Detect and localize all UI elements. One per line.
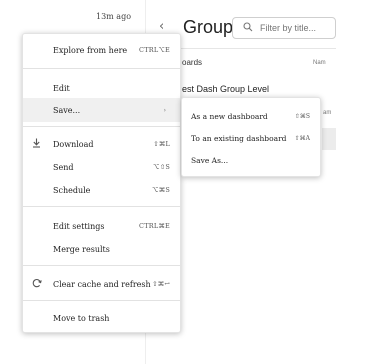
menu-item-label: Download: [53, 139, 94, 149]
submenu-item-save-as[interactable]: Save As...: [182, 149, 320, 171]
menu-item-label: Edit settings: [53, 221, 105, 231]
menu-divider: [23, 300, 180, 301]
menu-item-merge-results[interactable]: Merge results: [23, 237, 180, 261]
menu-item-label: Clear cache and refresh: [53, 279, 151, 289]
menu-item-label: Move to trash: [53, 313, 110, 323]
shortcut-hint: ⇧⌘S: [294, 112, 310, 120]
menu-item-send[interactable]: Send ⌥⇧S: [23, 155, 180, 179]
menu-divider: [23, 206, 180, 207]
shortcut-hint: ⌥⇧S: [153, 163, 170, 171]
menu-divider: [23, 68, 180, 69]
menu-item-edit-settings[interactable]: Edit settings CTRL⌘E: [23, 214, 180, 238]
column-header-name[interactable]: Nam: [313, 60, 326, 66]
menu-item-label: Explore from here: [53, 45, 128, 55]
submenu-item-label: As a new dashboard: [191, 111, 268, 121]
last-run-timestamp: 13m ago: [96, 12, 132, 21]
tab-dashboards[interactable]: oards: [182, 58, 202, 67]
menu-divider: [23, 126, 180, 127]
table-row[interactable]: [322, 128, 336, 150]
download-icon: [32, 138, 41, 151]
menu-item-clear-cache[interactable]: Clear cache and refresh ⇧⌘↩: [23, 272, 180, 296]
menu-item-label: Merge results: [53, 244, 110, 254]
chevron-right-icon: ›: [163, 106, 166, 114]
stage: 13m ago ‹ Group oards Nam est Dash Group…: [0, 0, 367, 364]
filter-field[interactable]: [232, 17, 336, 39]
dashboard-row-subtext: am: [323, 110, 332, 116]
actions-menu: Explore from here CTRL⌥E Edit Save... › …: [22, 33, 181, 333]
submenu-item-new-dashboard[interactable]: As a new dashboard ⇧⌘S: [182, 105, 320, 127]
menu-divider: [23, 265, 180, 266]
menu-item-move-to-trash[interactable]: Move to trash: [23, 306, 180, 330]
shortcut-hint: ⌥⌘S: [151, 186, 170, 194]
menu-item-save[interactable]: Save... ›: [23, 98, 180, 122]
menu-item-label: Edit: [53, 83, 70, 93]
menu-item-edit[interactable]: Edit: [23, 76, 180, 100]
menu-item-label: Send: [53, 162, 74, 172]
shortcut-hint: ⇧⌘↩: [152, 280, 170, 288]
shortcut-hint: CTRL⌥E: [139, 46, 170, 54]
chevron-left-icon[interactable]: ‹: [159, 19, 164, 34]
submenu-item-existing-dashboard[interactable]: To an existing dashboard ⇧⌘A: [182, 127, 320, 149]
menu-item-schedule[interactable]: Schedule ⌥⌘S: [23, 178, 180, 202]
filter-input[interactable]: [260, 23, 335, 33]
submenu-item-label: Save As...: [191, 155, 229, 165]
save-submenu: As a new dashboard ⇧⌘S To an existing da…: [181, 97, 321, 177]
shortcut-hint: ⇧⌘L: [153, 140, 170, 148]
shortcut-hint: ⇧⌘A: [294, 134, 310, 142]
menu-item-label: Schedule: [53, 185, 91, 195]
refresh-icon: [32, 278, 42, 291]
dashboard-row-title[interactable]: est Dash Group Level: [182, 84, 269, 94]
page-title: Group: [183, 17, 234, 37]
menu-item-label: Save...: [53, 105, 81, 115]
search-icon: [243, 21, 253, 35]
menu-item-download[interactable]: Download ⇧⌘L: [23, 132, 180, 156]
menu-item-explore[interactable]: Explore from here CTRL⌥E: [23, 38, 180, 62]
submenu-item-label: To an existing dashboard: [191, 133, 287, 143]
shortcut-hint: CTRL⌘E: [139, 222, 170, 230]
